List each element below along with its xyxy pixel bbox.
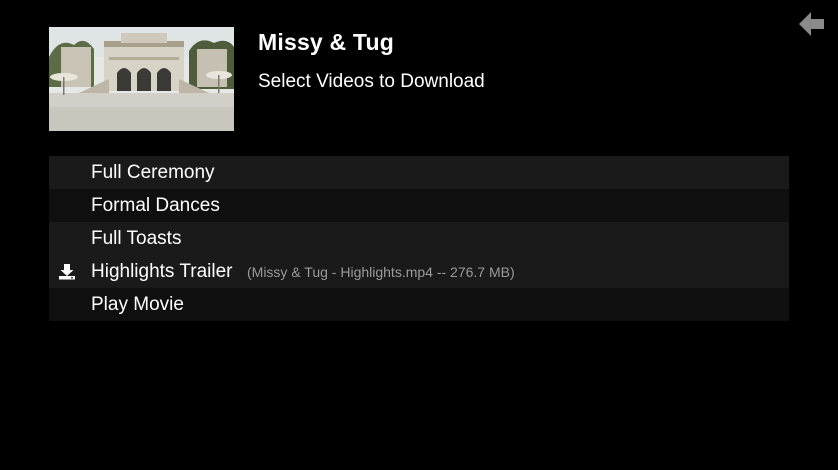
- video-label: Formal Dances: [91, 194, 220, 216]
- download-icon[interactable]: [58, 263, 76, 280]
- video-label: Play Movie: [91, 293, 184, 315]
- video-row-formal-dances[interactable]: Formal Dances: [49, 189, 789, 222]
- back-button[interactable]: [796, 10, 826, 40]
- arrow-left-icon: [799, 12, 824, 36]
- video-list: Full Ceremony Formal Dances Full Toasts …: [49, 156, 789, 321]
- video-label: Full Ceremony: [91, 161, 215, 183]
- video-row-highlights-trailer[interactable]: Highlights Trailer (Missy & Tug - Highli…: [49, 255, 789, 288]
- thumbnail-image: [49, 27, 234, 131]
- file-info: (Missy & Tug - Highlights.mp4 -- 276.7 M…: [247, 264, 515, 280]
- page-subtitle: Select Videos to Download: [258, 71, 485, 92]
- video-row-play-movie[interactable]: Play Movie: [49, 288, 789, 321]
- video-thumbnail: [49, 27, 234, 131]
- video-download-page: Missy & Tug Select Videos to Download Fu…: [0, 0, 838, 470]
- video-label: Full Toasts: [91, 227, 182, 249]
- video-row-full-ceremony[interactable]: Full Ceremony: [49, 156, 789, 189]
- video-row-full-toasts[interactable]: Full Toasts: [49, 222, 789, 255]
- page-title: Missy & Tug: [258, 29, 394, 55]
- video-label: Highlights Trailer: [91, 260, 233, 282]
